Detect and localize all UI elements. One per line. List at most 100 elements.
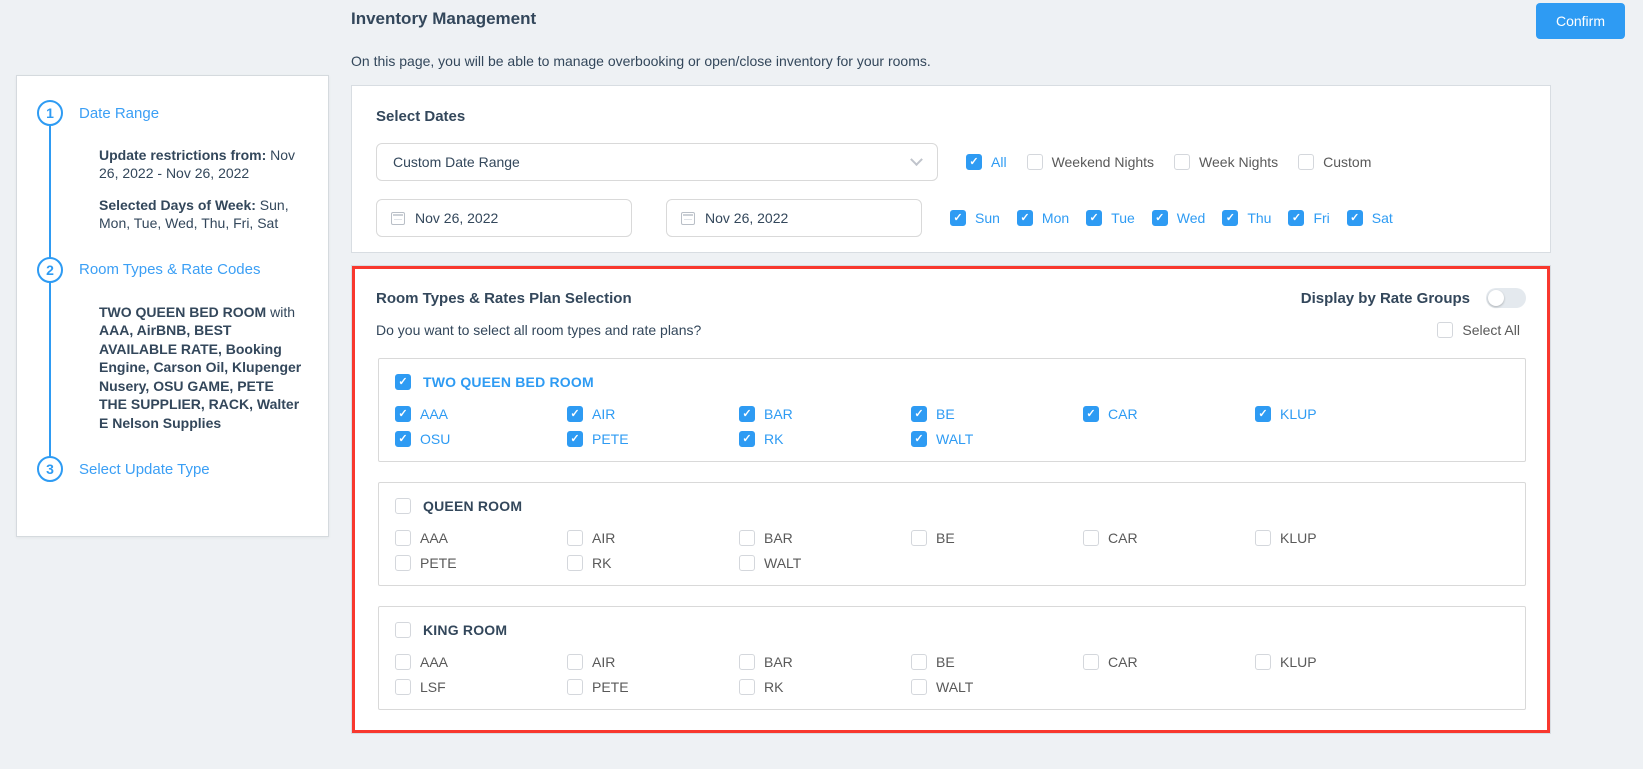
step-room-types[interactable]: 2 Room Types & Rate Codes <box>37 257 308 283</box>
day-item[interactable]: Fri <box>1288 210 1329 226</box>
select-all-checkbox-item[interactable]: Select All <box>1437 322 1520 338</box>
rate-plan-item[interactable]: AAA <box>395 654 567 670</box>
rate-plan-item[interactable]: BAR <box>739 654 911 670</box>
rate-plan-checkbox[interactable] <box>739 530 755 546</box>
rate-plan-item[interactable]: BAR <box>739 406 911 422</box>
rate-plan-item[interactable]: PETE <box>395 555 567 571</box>
night-filter-item[interactable]: Week Nights <box>1174 154 1278 170</box>
rate-plan-label: KLUP <box>1280 406 1317 422</box>
rate-plan-checkbox[interactable] <box>395 555 411 571</box>
rate-plan-checkbox[interactable] <box>567 555 583 571</box>
night-filter-label: Week Nights <box>1199 154 1278 170</box>
rate-plan-checkbox[interactable] <box>1255 406 1271 422</box>
rate-plan-checkbox[interactable] <box>567 431 583 447</box>
date-range-type-select[interactable]: Custom Date Range <box>376 143 938 181</box>
night-filter-item[interactable]: Weekend Nights <box>1027 154 1154 170</box>
night-filter-checkbox[interactable] <box>1027 154 1043 170</box>
night-filter-checkbox[interactable] <box>1174 154 1190 170</box>
stepper-sidebar: 1 Date Range Update restrictions from: N… <box>16 75 329 537</box>
day-item[interactable]: Mon <box>1017 210 1069 226</box>
select-dates-title: Select Dates <box>376 108 1526 125</box>
rate-plan-checkbox[interactable] <box>1255 654 1271 670</box>
rate-plan-item[interactable]: BE <box>911 654 1083 670</box>
rate-plan-checkbox[interactable] <box>911 406 927 422</box>
day-checkbox[interactable] <box>1222 210 1238 226</box>
rate-plan-checkbox[interactable] <box>911 431 927 447</box>
step-select-update-type[interactable]: 3 Select Update Type <box>37 456 308 482</box>
day-item[interactable]: Wed <box>1152 210 1206 226</box>
rate-plan-checkbox[interactable] <box>395 679 411 695</box>
rate-plan-checkbox[interactable] <box>911 679 927 695</box>
rate-plan-item[interactable]: PETE <box>567 431 739 447</box>
rate-plan-label: CAR <box>1108 654 1138 670</box>
rate-plan-item[interactable]: CAR <box>1083 530 1255 546</box>
rate-plan-checkbox[interactable] <box>739 679 755 695</box>
rate-plan-checkbox[interactable] <box>1255 530 1271 546</box>
rate-plan-label: CAR <box>1108 406 1138 422</box>
rate-plan-item[interactable]: CAR <box>1083 406 1255 422</box>
night-filter-item[interactable]: Custom <box>1298 154 1371 170</box>
day-checkbox[interactable] <box>1347 210 1363 226</box>
rate-plan-item[interactable]: AAA <box>395 406 567 422</box>
select-all-checkbox[interactable] <box>1437 322 1453 338</box>
room-type-checkbox[interactable] <box>395 622 411 638</box>
rate-plan-item[interactable]: PETE <box>567 679 739 695</box>
day-item[interactable]: Sat <box>1347 210 1393 226</box>
room-selection-title: Room Types & Rates Plan Selection <box>376 290 632 307</box>
rate-plan-item[interactable]: LSF <box>395 679 567 695</box>
day-checkbox[interactable] <box>1017 210 1033 226</box>
day-checkbox[interactable] <box>950 210 966 226</box>
rate-plan-checkbox[interactable] <box>739 555 755 571</box>
rate-plan-item[interactable]: WALT <box>739 555 911 571</box>
rate-plan-checkbox[interactable] <box>739 431 755 447</box>
day-checkbox[interactable] <box>1288 210 1304 226</box>
day-item[interactable]: Thu <box>1222 210 1271 226</box>
rate-plan-item[interactable]: RK <box>567 555 739 571</box>
rate-plan-item[interactable]: KLUP <box>1255 406 1427 422</box>
rate-plan-item[interactable]: AIR <box>567 406 739 422</box>
end-date-input[interactable]: Nov 26, 2022 <box>666 199 922 237</box>
night-filter-checkbox[interactable] <box>966 154 982 170</box>
rate-plan-item[interactable]: RK <box>739 431 911 447</box>
day-checkbox[interactable] <box>1152 210 1168 226</box>
rate-plan-item[interactable]: AIR <box>567 530 739 546</box>
rate-plan-item[interactable]: CAR <box>1083 654 1255 670</box>
rate-plan-checkbox[interactable] <box>567 654 583 670</box>
rate-plan-item[interactable]: OSU <box>395 431 567 447</box>
display-by-rate-groups-toggle[interactable] <box>1486 288 1526 308</box>
day-item[interactable]: Sun <box>950 210 1000 226</box>
rate-plan-checkbox[interactable] <box>395 530 411 546</box>
rate-plan-checkbox[interactable] <box>567 406 583 422</box>
rate-plan-checkbox[interactable] <box>395 654 411 670</box>
rate-plan-checkbox[interactable] <box>395 406 411 422</box>
room-type-checkbox[interactable] <box>395 374 411 390</box>
rate-plan-checkbox[interactable] <box>395 431 411 447</box>
rate-plan-item[interactable]: WALT <box>911 679 1083 695</box>
rate-plan-item[interactable]: WALT <box>911 431 1083 447</box>
step-date-range[interactable]: 1 Date Range <box>37 100 308 126</box>
rate-plan-checkbox[interactable] <box>1083 654 1099 670</box>
rate-plan-item[interactable]: RK <box>739 679 911 695</box>
rate-plan-checkbox[interactable] <box>911 654 927 670</box>
night-filter-checkbox[interactable] <box>1298 154 1314 170</box>
rate-plan-checkbox[interactable] <box>567 530 583 546</box>
rate-plan-item[interactable]: KLUP <box>1255 654 1427 670</box>
rate-plan-checkbox[interactable] <box>739 406 755 422</box>
day-item[interactable]: Tue <box>1086 210 1135 226</box>
room-type-checkbox[interactable] <box>395 498 411 514</box>
rate-plan-item[interactable]: BE <box>911 530 1083 546</box>
day-checkbox[interactable] <box>1086 210 1102 226</box>
rate-plan-item[interactable]: AAA <box>395 530 567 546</box>
rate-plan-checkbox[interactable] <box>739 654 755 670</box>
rate-plan-item[interactable]: BE <box>911 406 1083 422</box>
start-date-input[interactable]: Nov 26, 2022 <box>376 199 632 237</box>
rate-plan-checkbox[interactable] <box>567 679 583 695</box>
rate-plan-item[interactable]: KLUP <box>1255 530 1427 546</box>
rate-plan-item[interactable]: BAR <box>739 530 911 546</box>
rate-plan-checkbox[interactable] <box>1083 530 1099 546</box>
rate-plan-checkbox[interactable] <box>911 530 927 546</box>
confirm-button[interactable]: Confirm <box>1536 3 1625 39</box>
night-filter-item[interactable]: All <box>966 154 1007 170</box>
rate-plan-checkbox[interactable] <box>1083 406 1099 422</box>
rate-plan-item[interactable]: AIR <box>567 654 739 670</box>
